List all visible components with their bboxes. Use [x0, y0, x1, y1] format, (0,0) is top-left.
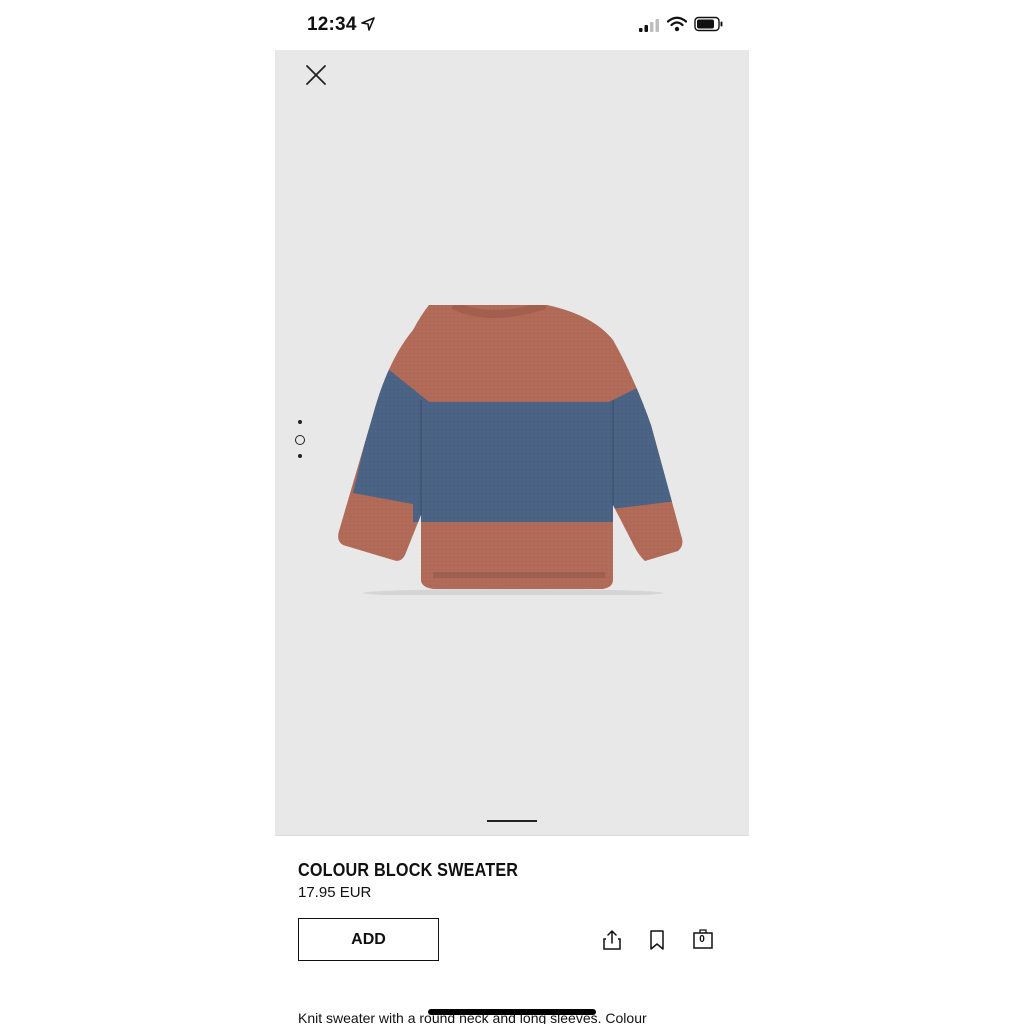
- battery-icon: [694, 16, 723, 32]
- image-pager[interactable]: [293, 418, 307, 462]
- close-icon[interactable]: [303, 62, 329, 88]
- location-arrow-icon: [361, 17, 375, 31]
- product-info: COLOUR BLOCK SWEATER 17.95 EUR ADD 0 Kni…: [275, 835, 749, 1024]
- pager-dot[interactable]: [298, 420, 302, 424]
- wifi-icon: [667, 16, 687, 32]
- cellular-signal-icon: [639, 19, 659, 32]
- shopping-bag-button[interactable]: 0: [692, 928, 716, 952]
- share-icon[interactable]: [600, 928, 624, 952]
- pager-dot-active[interactable]: [295, 435, 305, 445]
- add-to-cart-button[interactable]: ADD: [298, 918, 439, 961]
- pager-dot[interactable]: [298, 454, 302, 458]
- gallery-scroll-indicator: [487, 820, 537, 822]
- bag-count: 0: [699, 934, 705, 945]
- product-screen: 12:34 COLOUR BLOCK SWEATER 17.95 EUR ADD…: [275, 0, 749, 1024]
- product-photo-sweater: [338, 305, 683, 595]
- status-bar: 12:34: [275, 0, 749, 50]
- home-indicator[interactable]: [428, 1009, 596, 1015]
- bookmark-icon[interactable]: [645, 928, 669, 952]
- status-time: 12:34: [307, 14, 357, 35]
- product-name: COLOUR BLOCK SWEATER: [298, 860, 519, 880]
- product-price: 17.95 EUR: [298, 884, 372, 901]
- product-image-gallery[interactable]: [275, 50, 749, 835]
